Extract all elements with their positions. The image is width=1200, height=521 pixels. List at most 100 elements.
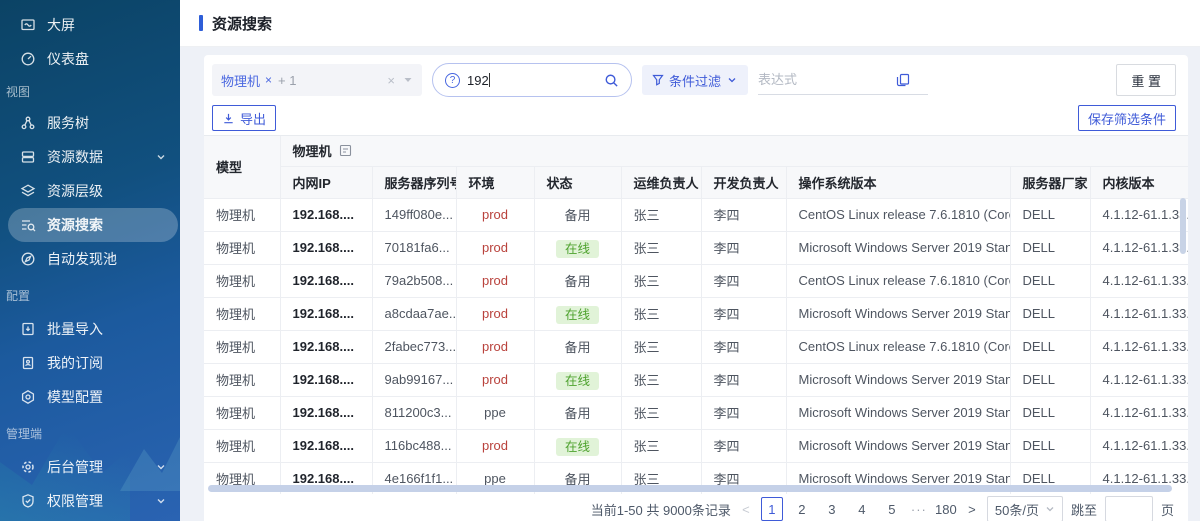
sidebar-item-my-subscriptions[interactable]: 我的订阅	[0, 346, 180, 380]
cell-vendor: DELL	[1010, 396, 1090, 429]
compass-icon	[20, 251, 36, 267]
chevron-down-icon	[726, 74, 738, 86]
page-size-select[interactable]: 50条/页	[987, 496, 1063, 521]
page-number[interactable]: 4	[851, 497, 873, 521]
select-caret-icon[interactable]	[403, 75, 413, 85]
cell-serial: 116bc488...	[372, 429, 456, 462]
expression-input[interactable]	[758, 72, 888, 87]
screen-icon	[20, 17, 36, 33]
more-tags-count: + 1	[278, 73, 296, 88]
search-input[interactable]: ? 192	[432, 63, 632, 97]
column-settings-icon[interactable]	[339, 144, 352, 157]
tag-close-icon[interactable]: ×	[265, 73, 272, 87]
column-header: 服务器序列号	[372, 166, 456, 198]
page-number-current[interactable]: 1	[761, 497, 783, 521]
cell-status: 在线	[534, 363, 621, 396]
search-list-icon	[20, 217, 36, 233]
cell-model: 物理机	[204, 429, 280, 462]
table-row[interactable]: 物理机 192.168.... 116bc488... prod 在线 张三 李…	[204, 429, 1188, 462]
model-config-icon	[20, 389, 36, 405]
page-number-last[interactable]: 180	[935, 497, 957, 521]
cell-status: 在线	[534, 297, 621, 330]
export-button[interactable]: 导出	[212, 105, 276, 131]
cell-model: 物理机	[204, 231, 280, 264]
sidebar-item-auto-discovery-pool[interactable]: 自动发现池	[0, 242, 180, 276]
status-badge: 备用	[564, 208, 590, 223]
cell-os-version: Microsoft Windows Server 2019 Stan...	[786, 429, 1010, 462]
select-clear-icon[interactable]: ×	[387, 73, 395, 88]
page-number[interactable]: 5	[881, 497, 903, 521]
cell-status: 在线	[534, 429, 621, 462]
cell-env: prod	[456, 198, 534, 231]
table-row[interactable]: 物理机 192.168.... 2fabec773... prod 备用 张三 …	[204, 330, 1188, 363]
sidebar-item-service-tree[interactable]: 服务树	[0, 106, 180, 140]
sidebar-item-resource-search[interactable]: 资源搜索	[8, 208, 178, 242]
cell-dev-owner: 李四	[701, 297, 786, 330]
page-size-value: 50条/页	[995, 500, 1039, 519]
vertical-scrollbar-thumb[interactable]	[1180, 198, 1186, 254]
condition-filter-button[interactable]: 条件过滤	[642, 65, 748, 95]
cell-model: 物理机	[204, 330, 280, 363]
table-row[interactable]: 物理机 192.168.... 70181fa6... prod 在线 张三 李…	[204, 231, 1188, 264]
table-row[interactable]: 物理机 192.168.... 9ab99167... prod 在线 张三 李…	[204, 363, 1188, 396]
import-icon	[20, 321, 36, 337]
cell-ops-owner: 张三	[621, 363, 701, 396]
cell-ip: 192.168....	[280, 330, 372, 363]
save-filter-button[interactable]: 保存筛选条件	[1078, 105, 1176, 131]
sidebar-item-resource-level[interactable]: 资源层级	[0, 174, 180, 208]
sidebar-item-big-screen[interactable]: 大屏	[0, 8, 180, 42]
database-icon	[20, 149, 36, 165]
sidebar-item-label: 后台管理	[47, 457, 103, 477]
cell-ip: 192.168....	[280, 429, 372, 462]
column-header: 操作系统版本	[786, 166, 1010, 198]
results-table: 模型 物理机 内网IP 服务器序列号	[204, 136, 1188, 494]
cell-os-version: Microsoft Windows Server 2019 Stan...	[786, 297, 1010, 330]
page-number[interactable]: 2	[791, 497, 813, 521]
cell-model: 物理机	[204, 396, 280, 429]
horizontal-scrollbar-thumb[interactable]	[208, 485, 1172, 492]
search-icon[interactable]	[604, 73, 619, 88]
sidebar-item-resource-data[interactable]: 资源数据	[0, 140, 180, 174]
sidebar-item-permission-admin[interactable]: 权限管理	[0, 484, 180, 518]
cell-env: prod	[456, 264, 534, 297]
cell-ip: 192.168....	[280, 363, 372, 396]
help-circle-icon: ?	[445, 73, 460, 88]
pagination-summary: 当前1-50 共 9000条记录	[591, 500, 731, 519]
cell-ops-owner: 张三	[621, 198, 701, 231]
jump-page-input[interactable]	[1105, 496, 1153, 521]
sidebar-item-backend-admin[interactable]: 后台管理	[0, 450, 180, 484]
title-accent-bar	[199, 15, 203, 31]
status-badge: 备用	[564, 340, 590, 355]
page-number[interactable]: 3	[821, 497, 843, 521]
results-table-wrap: 模型 物理机 内网IP 服务器序列号	[204, 135, 1188, 494]
table-row[interactable]: 物理机 192.168.... 811200c3... ppe 备用 张三 李四…	[204, 396, 1188, 429]
sidebar-item-label: 服务树	[47, 113, 89, 133]
cell-env: prod	[456, 429, 534, 462]
table-row[interactable]: 物理机 192.168.... 79a2b508... prod 备用 张三 李…	[204, 264, 1188, 297]
model-select[interactable]: 物理机 × + 1 ×	[212, 64, 422, 96]
dashboard-icon	[20, 51, 36, 67]
main-content: 资源搜索 物理机 × + 1 × ? 192	[180, 0, 1200, 521]
expression-field[interactable]	[758, 65, 928, 95]
copy-icon[interactable]	[896, 73, 910, 87]
cell-status: 备用	[534, 396, 621, 429]
sidebar-item-batch-import[interactable]: 批量导入	[0, 312, 180, 346]
cell-dev-owner: 李四	[701, 330, 786, 363]
sidebar-item-model-config[interactable]: 模型配置	[0, 380, 180, 414]
next-page-button[interactable]: >	[965, 502, 979, 517]
funnel-icon	[652, 74, 664, 86]
sidebar-item-label: 资源层级	[47, 181, 103, 201]
page-ellipsis[interactable]: ···	[911, 502, 927, 517]
cell-env: prod	[456, 363, 534, 396]
reset-button[interactable]: 重 置	[1116, 64, 1176, 96]
status-badge: 在线	[556, 306, 599, 324]
cell-ops-owner: 张三	[621, 396, 701, 429]
sidebar-section-config: 配置	[0, 276, 180, 312]
jump-label: 跳至	[1071, 500, 1097, 519]
cell-model: 物理机	[204, 198, 280, 231]
action-row: 导出 保存筛选条件	[212, 105, 1176, 131]
table-row[interactable]: 物理机 192.168.... a8cdaa7ae... prod 在线 张三 …	[204, 297, 1188, 330]
prev-page-button[interactable]: <	[739, 502, 753, 517]
sidebar-item-dashboard[interactable]: 仪表盘	[0, 42, 180, 76]
table-row[interactable]: 物理机 192.168.... 149ff080e... prod 备用 张三 …	[204, 198, 1188, 231]
